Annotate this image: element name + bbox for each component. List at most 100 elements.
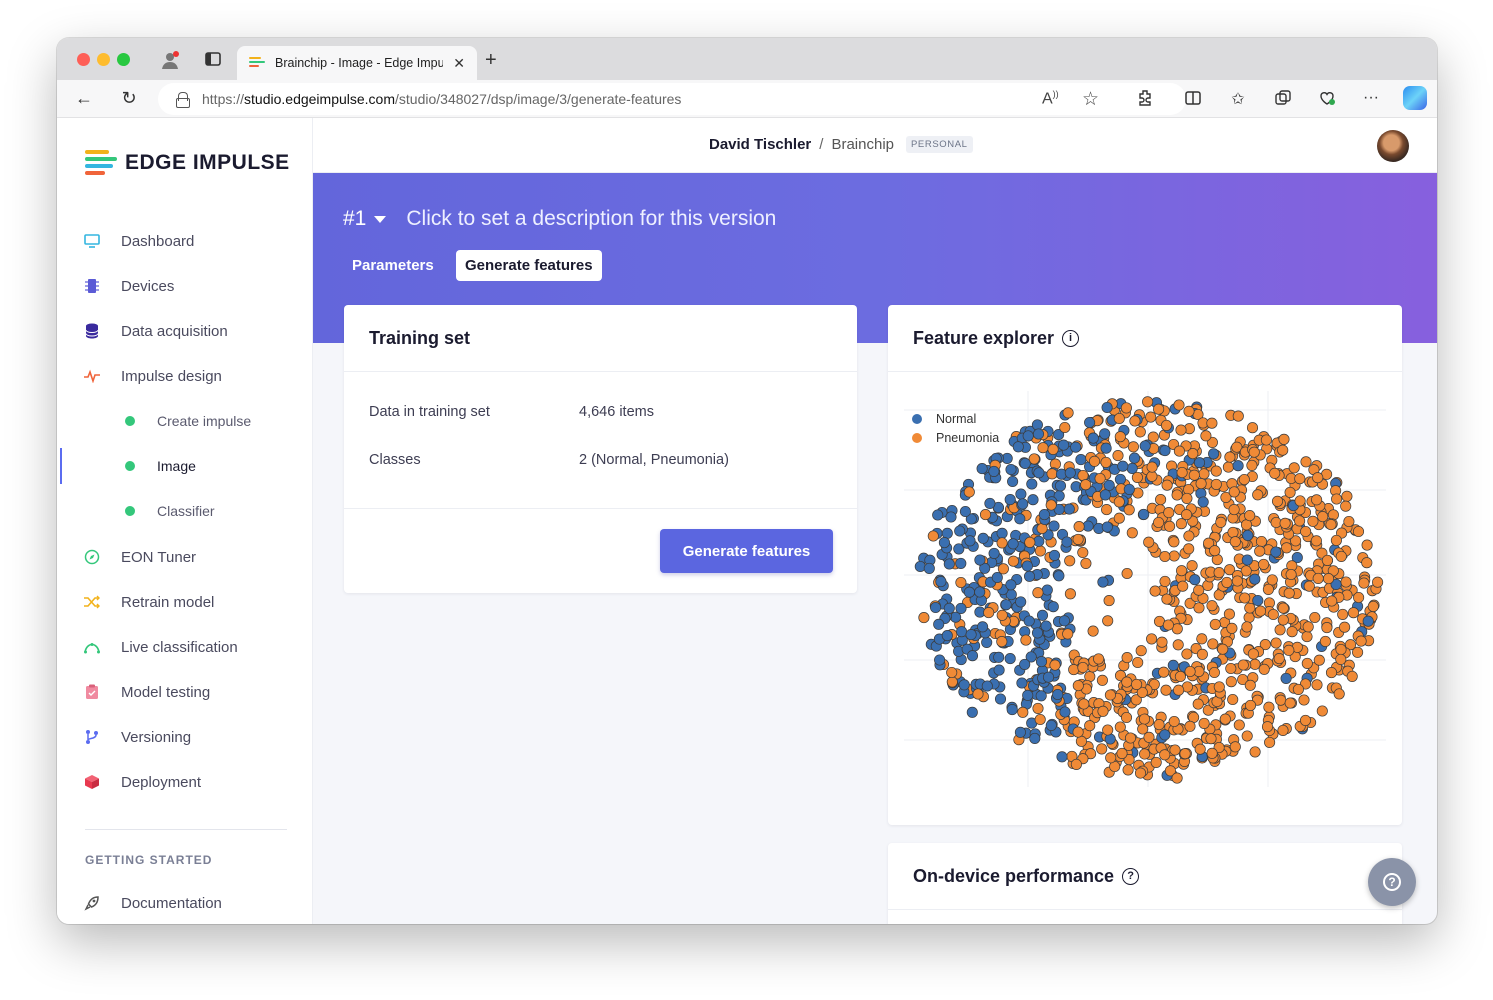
scatter-point[interactable] <box>1056 751 1068 763</box>
scatter-point[interactable] <box>1310 535 1322 547</box>
scatter-point[interactable] <box>1269 467 1281 479</box>
scatter-point[interactable] <box>1275 694 1287 706</box>
scatter-point[interactable] <box>1004 494 1016 506</box>
scatter-point[interactable] <box>954 525 966 537</box>
scatter-point[interactable] <box>1238 473 1250 486</box>
scatter-point[interactable] <box>1097 576 1109 588</box>
scatter-point[interactable] <box>946 676 958 688</box>
scatter-point[interactable] <box>918 612 930 624</box>
scatter-point[interactable] <box>988 465 1000 477</box>
scatter-point[interactable] <box>1035 656 1048 668</box>
version-selector[interactable]: #1 Click to set a description for this v… <box>343 207 776 231</box>
scatter-point[interactable] <box>1159 575 1171 587</box>
scatter-point[interactable] <box>1340 500 1352 512</box>
scatter-point[interactable] <box>1311 494 1323 506</box>
scatter-point[interactable] <box>1084 720 1096 732</box>
scatter-point[interactable] <box>1126 527 1138 539</box>
scatter-point[interactable] <box>1073 521 1085 533</box>
scatter-point[interactable] <box>1264 736 1276 748</box>
tab-generate-features[interactable]: Generate features <box>456 250 602 281</box>
favorite-star-icon[interactable]: ☆ <box>1082 88 1099 111</box>
scatter-point[interactable] <box>1241 621 1253 633</box>
scatter-point[interactable] <box>1172 639 1184 651</box>
edge-impulse-logo[interactable]: EDGE IMPULSE <box>85 150 290 175</box>
scatter-point[interactable] <box>1335 550 1347 562</box>
scatter-point[interactable] <box>1128 452 1141 464</box>
scatter-point[interactable] <box>1129 415 1141 427</box>
scatter-point[interactable] <box>1059 421 1071 434</box>
scatter-point[interactable] <box>1280 672 1292 684</box>
scatter-point[interactable] <box>1254 605 1267 617</box>
scatter-point[interactable] <box>1032 587 1044 599</box>
minimize-window-button[interactable] <box>97 53 110 66</box>
scatter-point[interactable] <box>1015 488 1027 500</box>
scatter-point[interactable] <box>1072 533 1084 545</box>
scatter-point[interactable] <box>1358 577 1370 589</box>
scatter-point[interactable] <box>1227 693 1239 706</box>
sidebar-item-live-classification[interactable]: Live classification <box>57 632 313 662</box>
scatter-point[interactable] <box>1171 489 1183 501</box>
scatter-point[interactable] <box>1031 419 1043 431</box>
scatter-point[interactable] <box>1196 633 1208 645</box>
collections-icon[interactable] <box>1273 89 1293 112</box>
scatter-point[interactable] <box>1193 457 1206 469</box>
scatter-point[interactable] <box>1200 430 1212 442</box>
scatter-point[interactable] <box>1195 478 1207 490</box>
scatter-point[interactable] <box>976 463 988 475</box>
scatter-point[interactable] <box>1159 550 1171 563</box>
scatter-point[interactable] <box>1103 479 1115 491</box>
scatter-point[interactable] <box>1271 495 1284 507</box>
scatter-point[interactable] <box>1153 719 1165 731</box>
scatter-point[interactable] <box>1301 631 1313 643</box>
scatter-point[interactable] <box>1300 456 1312 468</box>
scatter-point[interactable] <box>1277 724 1289 736</box>
scatter-point[interactable] <box>1155 494 1167 506</box>
scatter-point[interactable] <box>1331 493 1343 505</box>
scatter-point[interactable] <box>1206 747 1218 759</box>
scatter-point[interactable] <box>1283 644 1295 656</box>
scatter-point[interactable] <box>1123 483 1135 495</box>
scatter-point[interactable] <box>1122 764 1134 776</box>
scatter-point[interactable] <box>1254 545 1266 557</box>
scatter-point[interactable] <box>1121 567 1133 580</box>
scatter-point[interactable] <box>981 680 993 692</box>
scatter-point[interactable] <box>1270 637 1282 649</box>
scatter-point[interactable] <box>1294 473 1306 485</box>
scatter-point[interactable] <box>1284 697 1296 709</box>
scatter-point[interactable] <box>1048 549 1061 561</box>
scatter-point[interactable] <box>1209 545 1221 557</box>
scatter-point[interactable] <box>1277 444 1289 456</box>
scatter-point[interactable] <box>1175 424 1187 436</box>
scatter-point[interactable] <box>1023 615 1035 627</box>
legend-item-pneumonia[interactable]: Pneumonia <box>912 428 999 447</box>
scatter-point[interactable] <box>1132 656 1144 669</box>
scatter-point[interactable] <box>932 509 944 521</box>
scatter-point[interactable] <box>1361 539 1373 551</box>
scatter-point[interactable] <box>1077 469 1089 482</box>
scatter-point[interactable] <box>1127 441 1139 453</box>
scatter-point[interactable] <box>1045 719 1057 731</box>
scatter-point[interactable] <box>1019 457 1031 470</box>
scatter-point[interactable] <box>996 609 1008 621</box>
favorites-icon[interactable]: ✩ <box>1228 89 1248 109</box>
scatter-point[interactable] <box>1160 684 1172 696</box>
scatter-point[interactable] <box>1004 653 1016 665</box>
scatter-point[interactable] <box>1227 526 1239 538</box>
scatter-point[interactable] <box>1114 431 1126 443</box>
scatter-point[interactable] <box>1341 490 1353 502</box>
scatter-point[interactable] <box>1258 663 1270 675</box>
scatter-point[interactable] <box>1177 580 1189 592</box>
scatter-point[interactable] <box>1273 653 1285 665</box>
scatter-point[interactable] <box>1229 741 1241 753</box>
sidebar-item-retrain-model[interactable]: Retrain model <box>57 587 313 617</box>
scatter-point[interactable] <box>1277 602 1289 614</box>
scatter-point[interactable] <box>1099 428 1111 440</box>
scatter-point[interactable] <box>1311 679 1323 691</box>
scatter-point[interactable] <box>1007 475 1019 488</box>
scatter-point[interactable] <box>1240 519 1253 531</box>
scatter-point[interactable] <box>965 629 977 641</box>
scatter-point[interactable] <box>1267 608 1279 621</box>
profile-icon[interactable] <box>160 50 180 70</box>
scatter-point[interactable] <box>1041 584 1053 596</box>
scatter-point[interactable] <box>1198 717 1210 729</box>
